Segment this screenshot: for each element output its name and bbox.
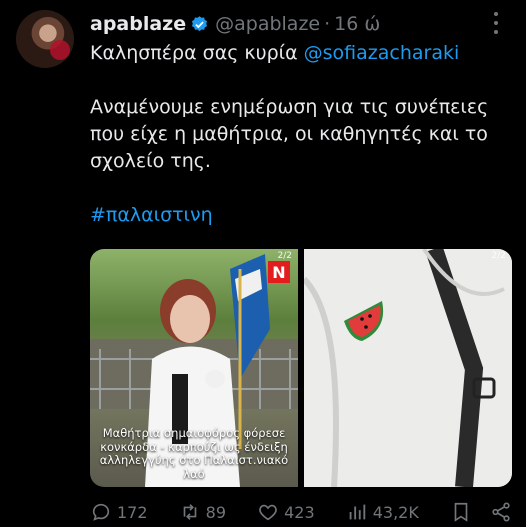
more-options-icon[interactable] bbox=[488, 12, 504, 34]
mention-link[interactable]: @sofiazacharaki bbox=[304, 42, 460, 64]
separator-dot: · bbox=[324, 13, 331, 35]
bookmark-icon[interactable] bbox=[450, 501, 472, 523]
like-count: 423 bbox=[284, 502, 315, 522]
news-logo: N bbox=[268, 261, 290, 283]
reply-count: 172 bbox=[117, 502, 148, 522]
tweet-text: Καλησπέρα σας κυρία @sofiazacharaki Αναμ… bbox=[90, 40, 508, 229]
secondary-actions bbox=[450, 501, 512, 523]
media-image-1[interactable]: 2/2 N Μαθήτρια σημαιοφόρος φόρεσε κονκάρ… bbox=[90, 249, 298, 487]
like-button[interactable]: 423 bbox=[257, 501, 315, 523]
verified-badge-icon bbox=[190, 15, 209, 34]
tweet-header: apablaze @apablaze · 16 ώ bbox=[90, 10, 506, 38]
hashtag-link[interactable]: #παλαιστινη bbox=[90, 202, 508, 229]
media-image-2[interactable]: 2/2 bbox=[304, 249, 512, 487]
greeting-text: Καλησπέρα σας κυρία bbox=[90, 42, 304, 64]
reply-button[interactable]: 172 bbox=[90, 501, 148, 523]
body-text: Αναμένουμε ενημέρωση για τις συνέπειες π… bbox=[90, 96, 489, 172]
views-count: 43,2K bbox=[372, 502, 419, 522]
share-icon[interactable] bbox=[490, 501, 512, 523]
views-icon bbox=[349, 504, 365, 520]
media-gallery: 2/2 N Μαθήτρια σημαιοφόρος φόρεσε κονκάρ… bbox=[90, 249, 512, 487]
media-counter: 2/2 bbox=[277, 251, 292, 261]
display-name[interactable]: apablaze bbox=[90, 13, 186, 35]
repost-count: 89 bbox=[205, 502, 226, 522]
action-bar: 172 89 423 43,2K bbox=[90, 499, 512, 525]
views-button[interactable]: 43,2K bbox=[346, 501, 419, 523]
handle[interactable]: @apablaze bbox=[215, 13, 320, 35]
image-caption: Μαθήτρια σημαιοφόρος φόρεσε κονκάρδα - κ… bbox=[99, 426, 289, 481]
repost-icon bbox=[183, 504, 196, 520]
repost-button[interactable]: 89 bbox=[179, 501, 226, 523]
avatar[interactable] bbox=[16, 10, 74, 68]
media-counter-2: 2/2 bbox=[491, 251, 506, 261]
like-icon bbox=[259, 504, 277, 521]
photo-watermelon-pin bbox=[304, 249, 512, 487]
timestamp[interactable]: 16 ώ bbox=[334, 13, 380, 35]
reply-icon bbox=[92, 503, 110, 521]
